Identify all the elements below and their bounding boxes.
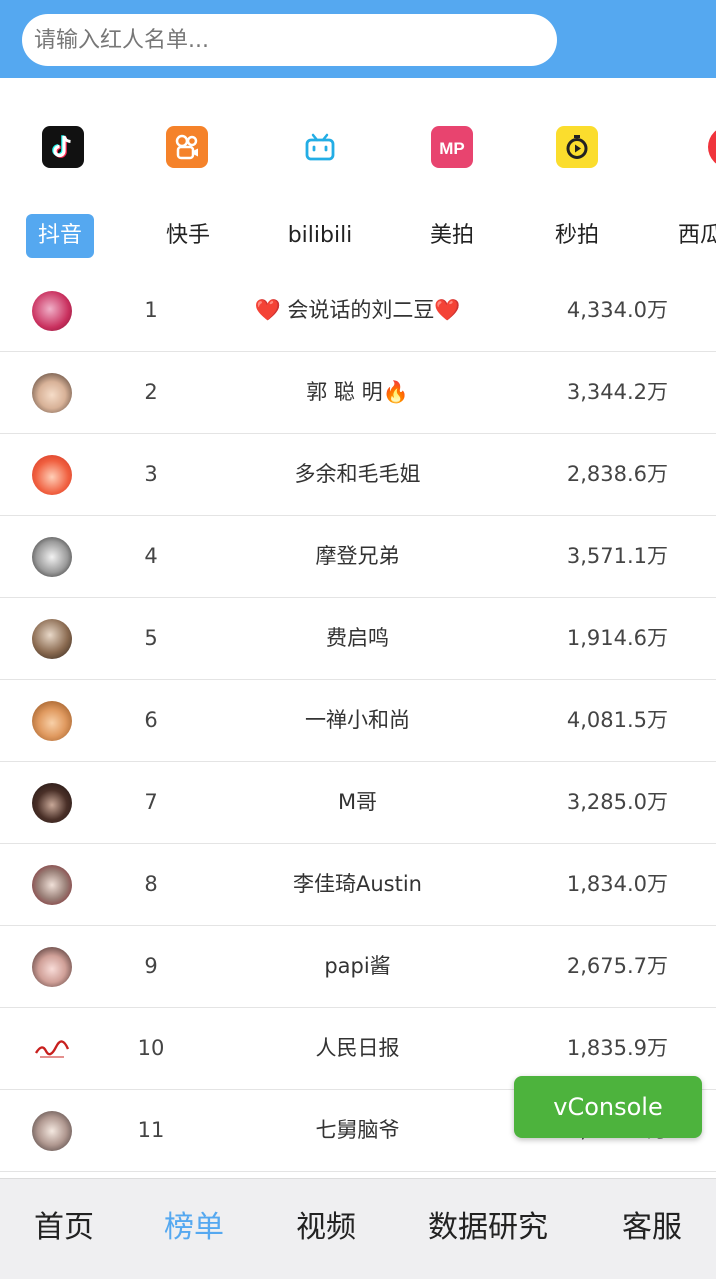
follower-count: 4,081.5万 <box>566 708 668 732</box>
avatar <box>32 455 72 495</box>
avatar <box>32 783 72 823</box>
avatar <box>32 373 72 413</box>
influencer-name: 郭 聪 明🔥 <box>306 380 409 404</box>
influencer-name: 一禅小和尚 <box>305 708 410 732</box>
list-item[interactable]: 9 papi酱 2,675.7万 <box>0 926 716 1008</box>
follower-count: 1,914.6万 <box>566 626 668 650</box>
search-input[interactable] <box>22 14 557 66</box>
follower-count: 2,838.6万 <box>566 462 668 486</box>
follower-count: 2,675.7万 <box>566 954 668 978</box>
rank-number: 3 <box>144 462 158 486</box>
avatar <box>32 947 72 987</box>
influencer-name: 李佳琦Austin <box>293 872 422 896</box>
list-item[interactable]: 7 M哥 3,285.0万 <box>0 762 716 844</box>
bilibili-icon[interactable] <box>299 126 341 168</box>
rank-number: 10 <box>137 1036 165 1060</box>
list-item[interactable]: 6 一禅小和尚 4,081.5万 <box>0 680 716 762</box>
avatar <box>32 1029 72 1069</box>
tab-meipai[interactable]: 美拍 <box>405 214 499 258</box>
rank-number: 9 <box>144 954 158 978</box>
influencer-name: ❤️ 会说话的刘二豆❤️ <box>254 298 461 322</box>
avatar <box>32 701 72 741</box>
follower-count: 3,285.0万 <box>566 790 668 814</box>
avatar <box>32 865 72 905</box>
platform-icon-row: MP <box>0 78 716 208</box>
list-item[interactable]: 5 费启鸣 1,914.6万 <box>0 598 716 680</box>
rank-number: 7 <box>144 790 158 814</box>
list-item[interactable]: 1 ❤️ 会说话的刘二豆❤️ 4,334.0万 <box>0 270 716 352</box>
tab-douyin[interactable]: 抖音 <box>26 214 95 258</box>
list-item[interactable]: 4 摩登兄弟 3,571.1万 <box>0 516 716 598</box>
tab-miaopai[interactable]: 秒拍 <box>530 214 624 258</box>
list-item[interactable]: 2 郭 聪 明🔥 3,344.2万 <box>0 352 716 434</box>
influencer-name: 七舅脑爷 <box>315 1118 400 1142</box>
list-item[interactable]: 8 李佳琦Austin 1,834.0万 <box>0 844 716 926</box>
miaopai-icon[interactable] <box>556 126 598 168</box>
list-item[interactable]: 3 多余和毛毛姐 2,838.6万 <box>0 434 716 516</box>
follower-count: 3,344.2万 <box>566 380 668 404</box>
bottom-nav: 首页 榜单 视频 数据研究 客服 <box>0 1178 716 1279</box>
influencer-name: 摩登兄弟 <box>315 544 400 568</box>
svg-text:MP: MP <box>439 139 465 158</box>
influencer-name: M哥 <box>337 790 378 814</box>
rank-number: 4 <box>144 544 158 568</box>
avatar <box>32 619 72 659</box>
influencer-name: 多余和毛毛姐 <box>294 462 421 486</box>
kuaishou-icon[interactable] <box>166 126 208 168</box>
influencer-name: papi酱 <box>324 954 391 978</box>
follower-count: 3,571.1万 <box>566 544 668 568</box>
avatar <box>32 537 72 577</box>
follower-count: 1,834.0万 <box>566 872 668 896</box>
rank-list: 1 ❤️ 会说话的刘二豆❤️ 4,334.0万 2 郭 聪 明🔥 3,344.2… <box>0 270 716 1172</box>
avatar <box>32 291 72 331</box>
tab-bilibili[interactable]: bilibili <box>270 214 370 258</box>
rank-number: 1 <box>144 298 158 322</box>
nav-ranking[interactable]: 榜单 <box>164 1179 224 1279</box>
meipai-icon[interactable]: MP <box>431 126 473 168</box>
rank-number: 5 <box>144 626 158 650</box>
top-header <box>0 0 716 78</box>
follower-count: 4,334.0万 <box>566 298 668 322</box>
nav-video[interactable]: 视频 <box>296 1179 356 1279</box>
influencer-name: 费启鸣 <box>326 626 389 650</box>
rank-number: 6 <box>144 708 158 732</box>
tab-kuaishou[interactable]: 快手 <box>140 214 236 258</box>
rank-number: 2 <box>144 380 158 404</box>
platform-tabs: 抖音 快手 bilibili 美拍 秒拍 西瓜 <box>0 208 716 266</box>
influencer-name: 人民日报 <box>315 1036 400 1060</box>
nav-data-research[interactable]: 数据研究 <box>428 1179 548 1279</box>
rank-number: 11 <box>137 1118 165 1142</box>
nav-home[interactable]: 首页 <box>34 1179 94 1279</box>
douyin-icon[interactable] <box>42 126 84 168</box>
rank-number: 8 <box>144 872 158 896</box>
avatar <box>32 1111 72 1151</box>
xigua-icon[interactable] <box>708 126 716 168</box>
vconsole-button[interactable]: vConsole <box>514 1076 702 1138</box>
nav-customer-service[interactable]: 客服 <box>622 1179 682 1279</box>
tab-xigua[interactable]: 西瓜 <box>678 214 716 258</box>
